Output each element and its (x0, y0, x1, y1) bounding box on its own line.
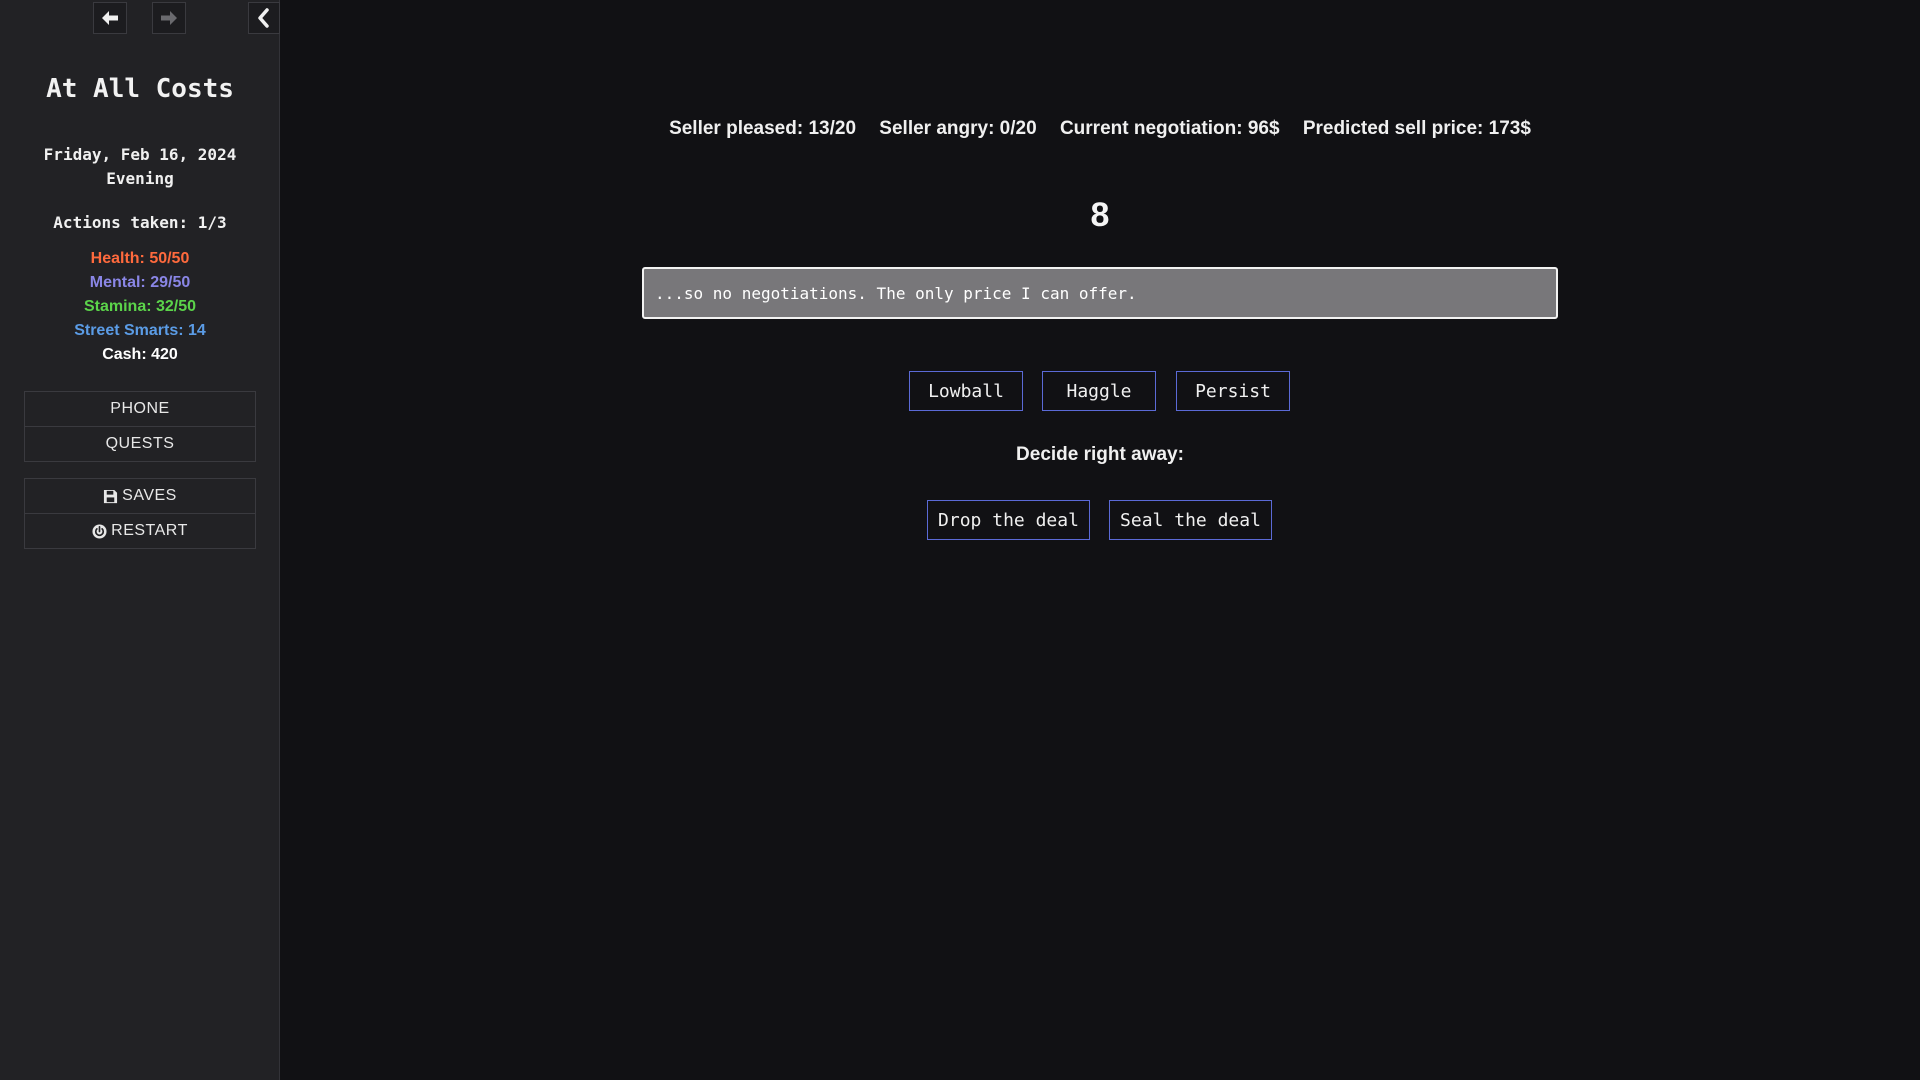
quests-label: QUESTS (105, 435, 175, 452)
predicted-sell-price: Predicted sell price: 173$ (1302, 118, 1531, 139)
system-menu: SAVES RESTART (24, 478, 256, 549)
health-stat: Health: 50/50 (90, 250, 190, 267)
stamina-stat: Stamina: 32/50 (83, 298, 197, 315)
restart-label: RESTART (111, 522, 188, 539)
time-of-day: Evening (106, 169, 174, 188)
chevron-left-icon (258, 8, 269, 28)
current-negotiation: Current negotiation: 96$ (1059, 118, 1280, 139)
sidebar: At All Costs Friday, Feb 16, 2024 Evenin… (0, 0, 280, 1080)
sidebar-collapse-button[interactable] (248, 2, 280, 34)
cash-stat: Cash: 420 (102, 346, 178, 363)
negotiation-status: Seller pleased: 13/20 Seller angry: 0/20… (280, 118, 1920, 140)
seal-deal-button[interactable]: Seal the deal (1109, 500, 1272, 540)
history-back-button[interactable] (93, 2, 127, 34)
saves-button[interactable]: SAVES (25, 479, 255, 513)
street-smarts-stat: Street Smarts: 14 (74, 322, 206, 339)
saves-label: SAVES (122, 487, 177, 504)
story-title: At All Costs (46, 74, 234, 104)
floppy-disk-icon (104, 489, 118, 503)
seller-dialogue: ...so no negotiations. The only price I … (642, 267, 1558, 319)
arrow-left-icon (102, 11, 118, 25)
main-menu: PHONE QUESTS (24, 391, 256, 462)
actions-taken: Actions taken: 1/3 (53, 213, 227, 232)
power-icon (92, 523, 107, 539)
haggle-button[interactable]: Haggle (1042, 371, 1156, 411)
lowball-button[interactable]: Lowball (909, 371, 1023, 411)
mental-stat: Mental: 29/50 (89, 274, 191, 291)
history-forward-button[interactable] (152, 2, 186, 34)
phone-button[interactable]: PHONE (25, 392, 255, 426)
restart-button[interactable]: RESTART (25, 513, 255, 548)
arrow-right-icon (161, 11, 177, 25)
negotiation-counter: 8 (1090, 196, 1110, 234)
persist-button[interactable]: Persist (1176, 371, 1290, 411)
drop-deal-button[interactable]: Drop the deal (927, 500, 1090, 540)
game-date: Friday, Feb 16, 2024 (43, 145, 237, 164)
seller-pleased: Seller pleased: 13/20 (669, 118, 857, 139)
phone-label: PHONE (110, 400, 170, 417)
decide-prompt: Decide right away: (1016, 444, 1184, 465)
quests-button[interactable]: QUESTS (25, 426, 255, 461)
seller-angry: Seller angry: 0/20 (879, 118, 1037, 139)
